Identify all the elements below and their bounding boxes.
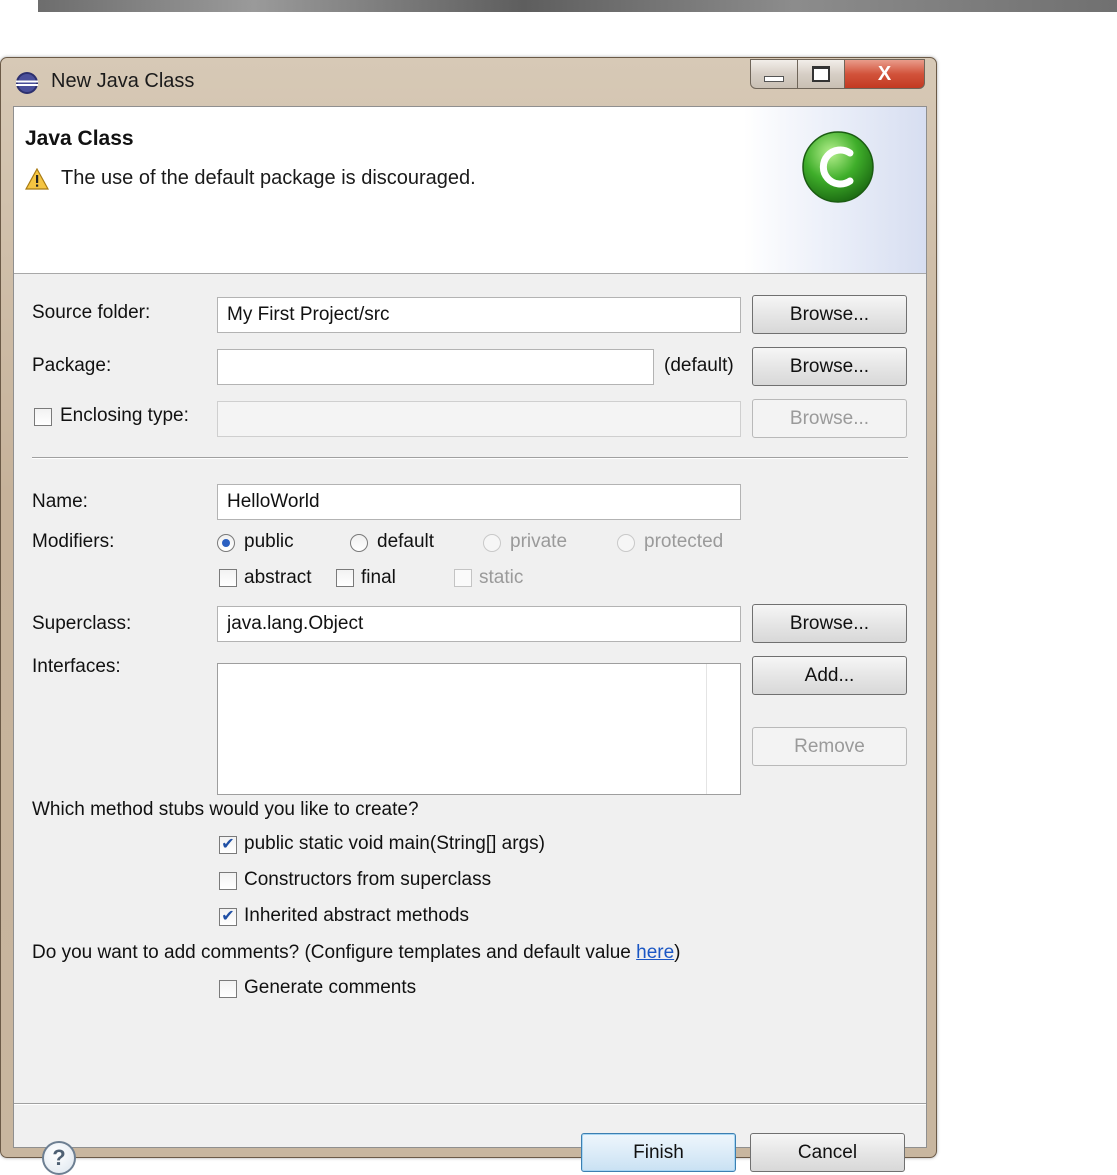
maximize-icon xyxy=(812,66,830,82)
enclosing-type-checkbox[interactable] xyxy=(34,408,52,426)
window-title: New Java Class xyxy=(51,70,195,92)
source-folder-browse-button[interactable]: Browse... xyxy=(752,295,907,334)
stub-inherited-label: Inherited abstract methods xyxy=(244,905,469,926)
cancel-button[interactable]: Cancel xyxy=(750,1133,905,1172)
stub-constructors-label: Constructors from superclass xyxy=(244,869,492,890)
interfaces-list[interactable] xyxy=(217,663,741,795)
close-button[interactable]: X xyxy=(845,59,925,89)
enclosing-type-label: Enclosing type: xyxy=(60,405,189,426)
modifier-final-label: final xyxy=(361,567,396,588)
modifier-static-label: static xyxy=(479,567,524,588)
warning-icon xyxy=(25,167,49,190)
interfaces-scroll-area[interactable] xyxy=(706,664,740,794)
source-folder-label: Source folder: xyxy=(32,302,151,323)
page-title: Java Class xyxy=(25,127,134,150)
stub-constructors-checkbox[interactable] xyxy=(219,872,237,890)
stub-main-label: public static void main(String[] args) xyxy=(244,833,545,854)
radio-selected-dot xyxy=(222,539,230,547)
banner-message: The use of the default package is discou… xyxy=(25,167,476,190)
name-label: Name: xyxy=(32,491,88,512)
modifier-default-radio[interactable] xyxy=(350,534,368,552)
superclass-input[interactable] xyxy=(217,606,741,642)
configure-templates-link[interactable]: here xyxy=(636,942,674,963)
modifiers-label: Modifiers: xyxy=(32,531,115,552)
package-input[interactable] xyxy=(217,349,654,385)
maximize-button[interactable] xyxy=(798,59,845,89)
generate-comments-checkbox[interactable] xyxy=(219,980,237,998)
package-browse-button[interactable]: Browse... xyxy=(752,347,907,386)
enclosing-type-input xyxy=(217,401,741,437)
enclosing-type-browse-button: Browse... xyxy=(752,399,907,438)
modifier-public-label: public xyxy=(244,531,294,552)
method-stubs-question: Which method stubs would you like to cre… xyxy=(32,799,419,820)
modifier-default-label: default xyxy=(377,531,435,552)
superclass-browse-button[interactable]: Browse... xyxy=(752,604,907,643)
eclipse-icon xyxy=(16,72,38,94)
background-strip xyxy=(38,0,1117,12)
modifier-protected-radio xyxy=(617,534,635,552)
comments-question-text: Do you want to add comments? (Configure … xyxy=(32,942,637,963)
finish-button[interactable]: Finish xyxy=(581,1133,736,1172)
separator xyxy=(32,457,908,459)
stub-main-checkbox[interactable]: ✔ xyxy=(219,836,237,854)
title-bar[interactable]: New Java Class X xyxy=(1,58,936,106)
modifier-protected-label: protected xyxy=(644,531,724,552)
close-icon: X xyxy=(877,62,892,85)
minimize-button[interactable] xyxy=(750,59,798,89)
java-class-icon xyxy=(802,131,874,203)
modifier-private-label: private xyxy=(510,531,568,552)
wizard-banner: Java Class The use of the default packag… xyxy=(14,107,926,274)
minimize-icon xyxy=(764,76,784,82)
stub-inherited-checkbox[interactable]: ✔ xyxy=(219,908,237,926)
modifier-private-radio xyxy=(483,534,501,552)
footer-separator xyxy=(14,1103,926,1105)
modifier-abstract-checkbox[interactable] xyxy=(219,569,237,587)
comments-question: Do you want to add comments? (Configure … xyxy=(32,942,680,964)
package-label: Package: xyxy=(32,355,112,376)
modifier-abstract-label: abstract xyxy=(244,567,312,588)
checkmark-icon: ✔ xyxy=(221,836,235,853)
help-icon[interactable]: ? xyxy=(42,1141,76,1175)
superclass-label: Superclass: xyxy=(32,613,132,634)
new-java-class-window: New Java Class X Java Class The use of t… xyxy=(0,57,937,1175)
modifier-static-checkbox xyxy=(454,569,472,587)
source-folder-input[interactable] xyxy=(217,297,741,333)
interfaces-label: Interfaces: xyxy=(32,656,121,677)
package-default-hint: (default) xyxy=(664,355,734,376)
checkmark-icon: ✔ xyxy=(221,908,235,925)
comments-question-close: ) xyxy=(674,942,681,963)
dialog-client-area: Java Class The use of the default packag… xyxy=(13,106,927,1175)
modifier-public-radio[interactable] xyxy=(217,534,235,552)
name-input[interactable] xyxy=(217,484,741,520)
remove-interface-button: Remove xyxy=(752,727,907,766)
modifier-final-checkbox[interactable] xyxy=(336,569,354,587)
add-interface-button[interactable]: Add... xyxy=(752,656,907,695)
generate-comments-label: Generate comments xyxy=(244,977,417,998)
warning-text: The use of the default package is discou… xyxy=(61,167,476,189)
